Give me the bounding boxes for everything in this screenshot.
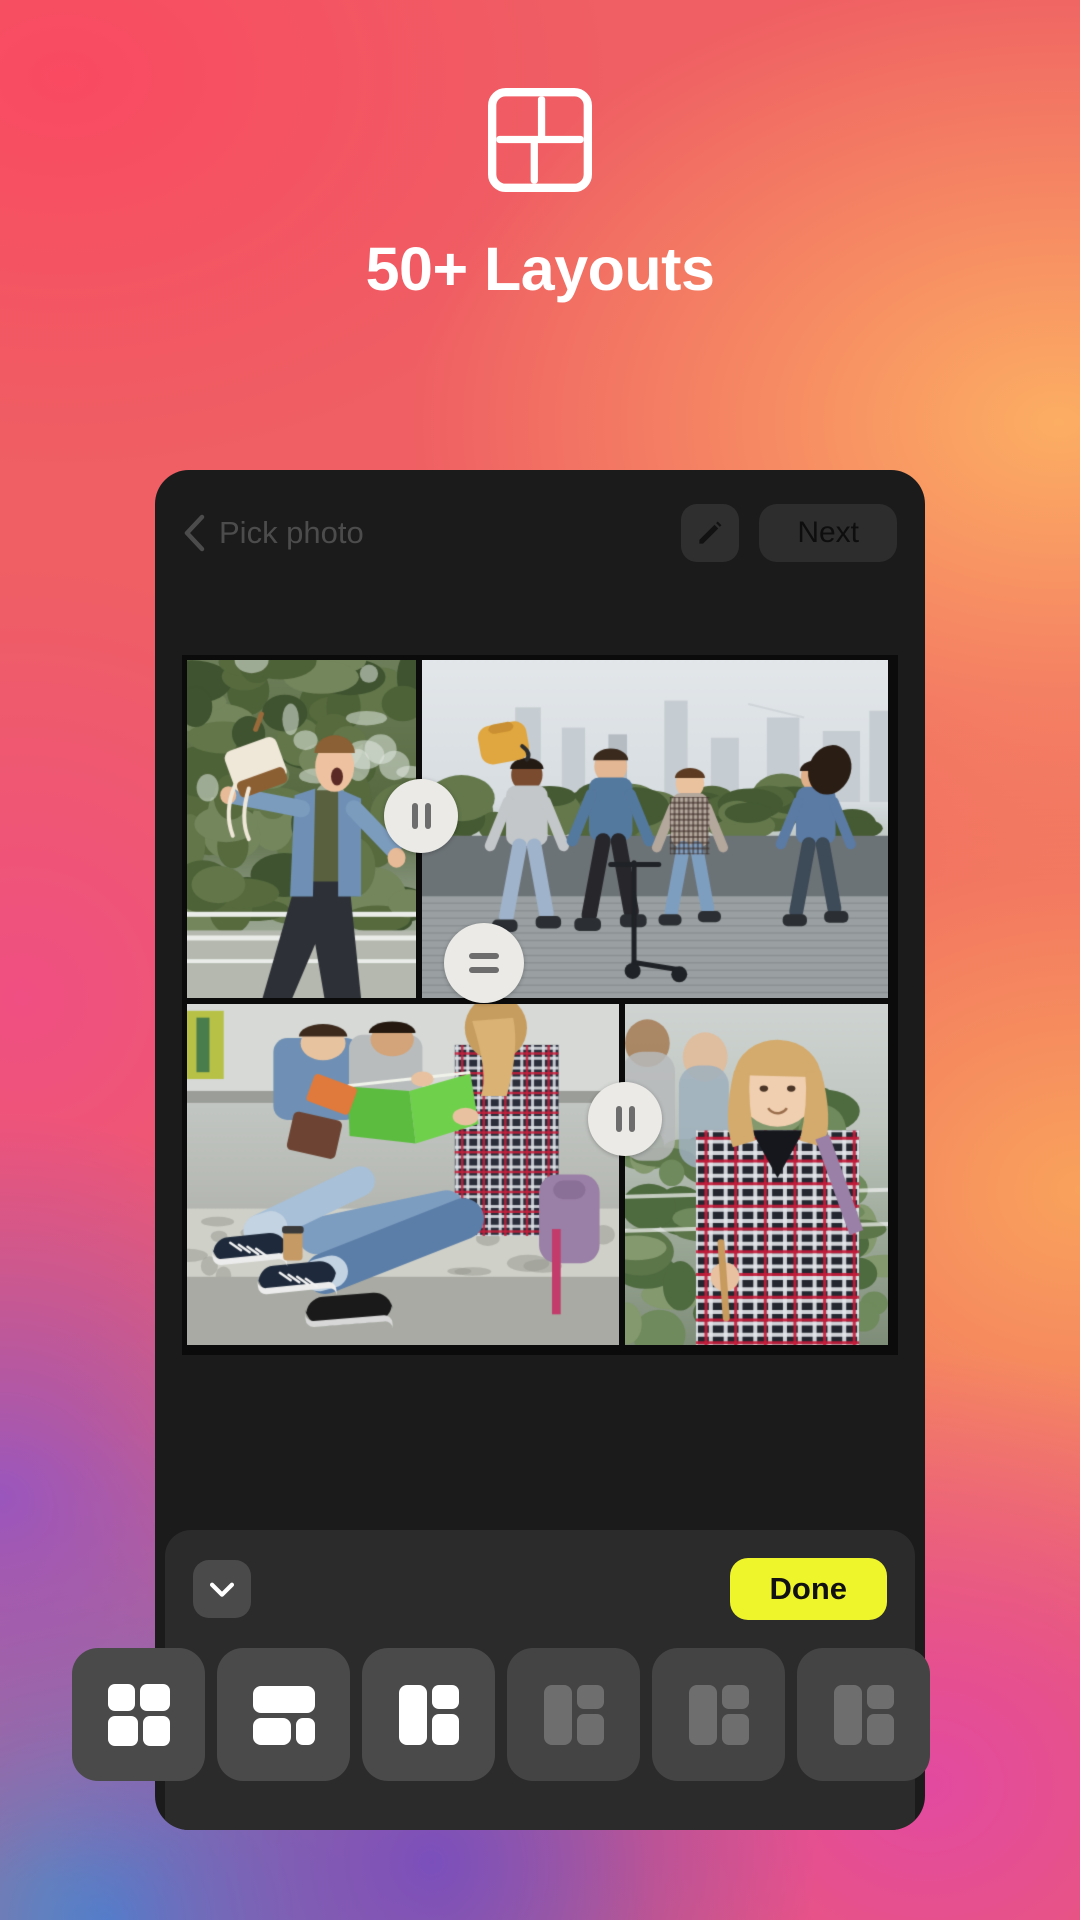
divider-handle-horizontal-middle[interactable] xyxy=(444,923,524,1003)
layout-left-tall-right-split-icon xyxy=(831,1682,897,1748)
pencil-icon xyxy=(694,517,726,549)
layout-left-tall-right-split-icon xyxy=(396,1682,462,1748)
collage-cell-bottom-left[interactable] xyxy=(187,1004,619,1345)
layout-thumb-6[interactable] xyxy=(797,1648,930,1781)
collage-cell-bottom-right[interactable] xyxy=(625,1004,888,1345)
layout-thumb-3[interactable] xyxy=(362,1648,495,1781)
layout-left-tall-right-split-icon xyxy=(686,1682,752,1748)
done-button[interactable]: Done xyxy=(730,1558,888,1620)
chevron-down-icon xyxy=(205,1572,239,1606)
divider-handle-vertical-bottom[interactable] xyxy=(588,1082,662,1156)
sheet-action-row: Done xyxy=(165,1530,915,1648)
layout-thumb-5[interactable] xyxy=(652,1648,785,1781)
hero-section: 50+ Layouts xyxy=(0,0,1080,304)
layout-thumb-1[interactable] xyxy=(72,1648,205,1781)
layout-thumb-4[interactable] xyxy=(507,1648,640,1781)
collage-cell-top-left[interactable] xyxy=(187,660,416,998)
navbar-actions: Next xyxy=(681,504,897,562)
page-title: 50+ Layouts xyxy=(0,234,1080,304)
pause-bars-icon xyxy=(412,803,431,829)
screen: 50+ Layouts Pick photo Next Done xyxy=(0,0,1080,1920)
layout-top-wide-bottom-split-icon xyxy=(251,1682,317,1748)
nav-title: Pick photo xyxy=(219,515,364,551)
divider-handle-vertical-top[interactable] xyxy=(384,779,458,853)
layout-grid-icon xyxy=(488,88,592,192)
next-button[interactable]: Next xyxy=(759,504,897,562)
layout-thumb-2[interactable] xyxy=(217,1648,350,1781)
collapse-button[interactable] xyxy=(193,1560,251,1618)
layout-grid-2x2-offset-icon xyxy=(106,1682,172,1748)
app-navbar: Pick photo Next xyxy=(155,470,925,595)
pause-bars-icon xyxy=(616,1106,635,1132)
phone-mockup: Pick photo Next Done xyxy=(155,470,925,1830)
collage-canvas[interactable] xyxy=(182,655,898,1355)
back-button[interactable]: Pick photo xyxy=(183,514,364,552)
chevron-left-icon xyxy=(183,514,205,552)
layout-thumbnail-strip[interactable] xyxy=(72,1648,1080,1788)
layout-left-tall-right-split-icon xyxy=(541,1682,607,1748)
edit-button[interactable] xyxy=(681,504,739,562)
equals-bars-icon xyxy=(469,953,499,973)
